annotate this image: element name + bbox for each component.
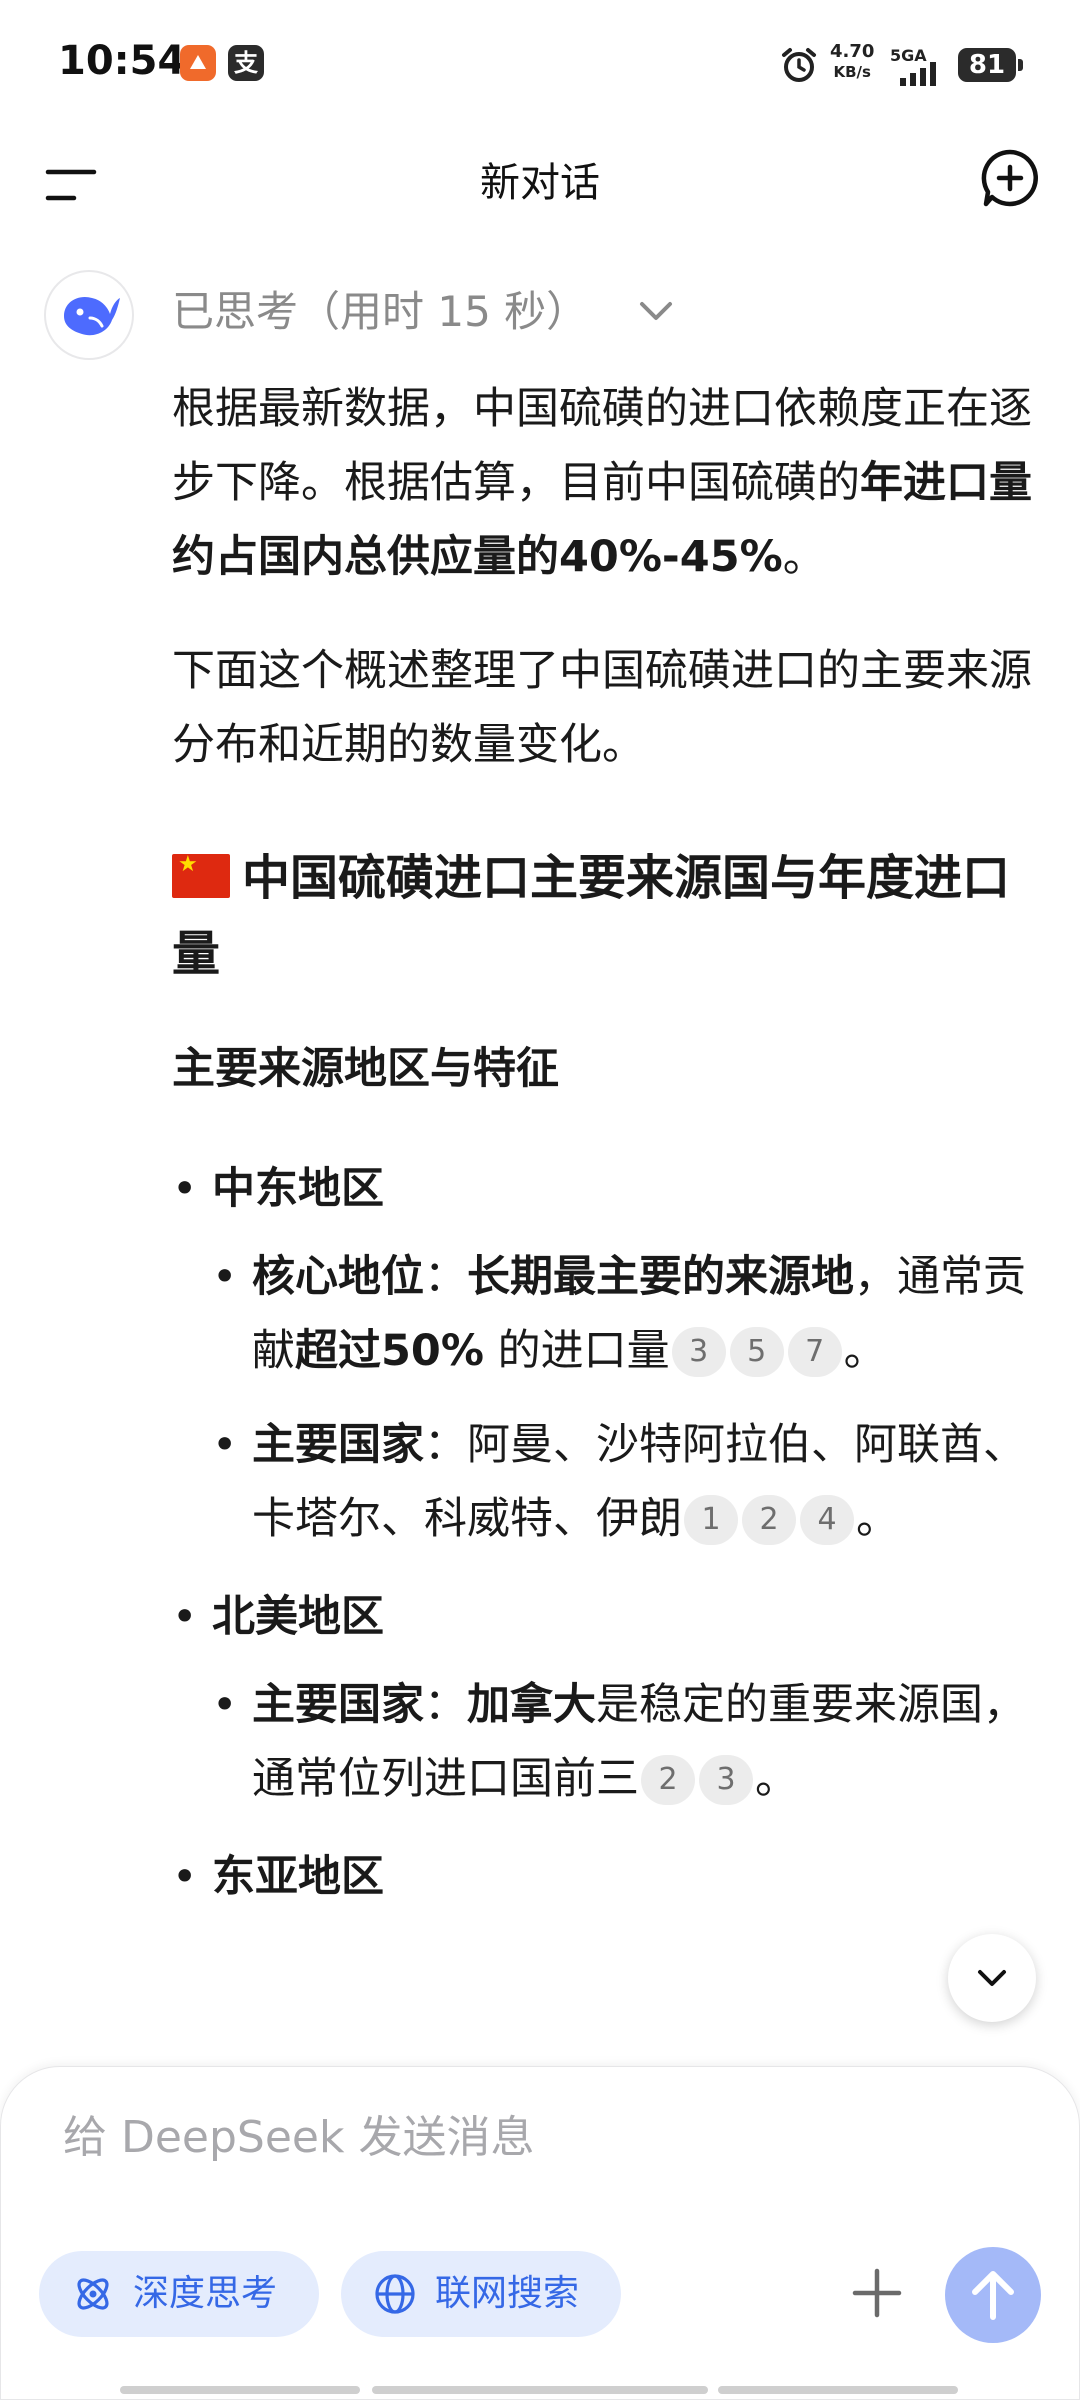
- section-heading-text: 中国硫磺进口主要来源国与年度进口量: [172, 850, 1011, 982]
- list-item: 核心地位：长期最主要的来源地，通常贡献超过50% 的进口量357。: [212, 1240, 1032, 1388]
- citation-badge[interactable]: 2: [641, 1755, 695, 1805]
- item-label: 主要国家: [252, 1680, 424, 1730]
- signal-bars-icon: [900, 62, 936, 86]
- network-speed: 4.70 KB/s: [830, 42, 874, 82]
- bold-text: 超过50%: [295, 1326, 484, 1376]
- item-label: 核心地位: [252, 1252, 424, 1302]
- subheading: 主要来源地区与特征: [172, 1044, 559, 1094]
- web-search-button[interactable]: 联网搜索: [341, 2251, 621, 2337]
- item-text: 。: [856, 1494, 899, 1544]
- citation-badge[interactable]: 5: [729, 1327, 784, 1377]
- paragraph-text: 。: [782, 532, 826, 582]
- chevron-down-icon[interactable]: [636, 296, 676, 326]
- item-label: 主要国家: [252, 1420, 424, 1470]
- citation-badge[interactable]: 7: [787, 1327, 842, 1377]
- status-time: 10:54: [58, 38, 186, 84]
- deepseek-whale-icon: [44, 270, 134, 360]
- citation-badge[interactable]: 3: [699, 1755, 753, 1805]
- gesture-bar-segment: [718, 2386, 958, 2394]
- list-item: 东亚地区: [172, 1840, 1032, 1914]
- region-list: 中东地区 核心地位：长期最主要的来源地，通常贡献超过50% 的进口量357。 主…: [172, 1152, 1032, 1914]
- item-separator: ：: [424, 1680, 467, 1730]
- alarm-clock-icon: [782, 48, 816, 82]
- item-text: 。: [755, 1754, 798, 1804]
- message-composer: 深度思考 联网搜索: [0, 2066, 1080, 2400]
- plus-icon[interactable]: [847, 2263, 907, 2323]
- region-name: 北美地区: [212, 1592, 384, 1642]
- network-speed-value: 4.70: [830, 41, 875, 62]
- deep-think-button[interactable]: 深度思考: [39, 2251, 319, 2337]
- send-button[interactable]: [945, 2247, 1041, 2343]
- section-heading: 中国硫磺进口主要来源国与年度进口量: [172, 840, 1032, 992]
- top-bar: 新对话: [0, 130, 1080, 240]
- scroll-to-bottom-button[interactable]: [948, 1934, 1036, 2022]
- new-chat-icon[interactable]: [978, 146, 1042, 210]
- region-detail-list: 核心地位：长期最主要的来源地，通常贡献超过50% 的进口量357。 主要国家：阿…: [212, 1240, 1032, 1556]
- region-name: 东亚地区: [212, 1852, 384, 1902]
- message-paragraph: 下面这个概述整理了中国硫磺进口的主要来源分布和近期的数量变化。: [172, 646, 1032, 770]
- gesture-bar-segment: [372, 2386, 708, 2394]
- message-paragraph: 根据最新数据，中国硫磺的进口依赖度正在逐步下降。根据估算，目前中国硫磺的年进口量…: [172, 372, 1032, 594]
- chevron-down-icon: [978, 1970, 1006, 1986]
- item-text: 的进口量: [483, 1326, 670, 1376]
- list-item: 中东地区 核心地位：长期最主要的来源地，通常贡献超过50% 的进口量357。 主…: [172, 1152, 1032, 1556]
- battery-indicator: 81: [958, 48, 1023, 82]
- item-separator: ：: [424, 1252, 467, 1302]
- citation-badge[interactable]: 1: [684, 1495, 738, 1545]
- alipay-app-icon: 支: [228, 45, 264, 81]
- atom-icon: [77, 2278, 109, 2310]
- arrow-up-icon: [972, 2271, 1014, 2320]
- list-item: 主要国家：阿曼、沙特阿拉伯、阿联酋、卡塔尔、科威特、伊朗124。: [212, 1408, 1032, 1556]
- bold-text: 长期最主要的来源地: [467, 1252, 854, 1302]
- assistant-message: 根据最新数据，中国硫磺的进口依赖度正在逐步下降。根据估算，目前中国硫磺的年进口量…: [172, 372, 1032, 1938]
- item-text: 。: [843, 1326, 887, 1376]
- china-flag-icon: [172, 852, 230, 898]
- thinking-toggle[interactable]: 已思考（用时 15 秒）: [172, 282, 588, 342]
- citation-badge[interactable]: 3: [671, 1327, 726, 1377]
- region-name: 中东地区: [212, 1164, 384, 1214]
- item-separator: ：: [424, 1420, 467, 1470]
- status-bar: 10:54 支 4.70 KB/s 5GA 81: [0, 0, 1080, 130]
- list-item: 北美地区 主要国家：加拿大是稳定的重要来源国，通常位列进口国前三23。: [172, 1580, 1032, 1816]
- citation-badge[interactable]: 4: [800, 1495, 854, 1545]
- list-item: 主要国家：加拿大是稳定的重要来源国，通常位列进口国前三23。: [212, 1668, 1032, 1816]
- message-input[interactable]: [61, 2091, 965, 2183]
- page-title: 新对话: [480, 160, 600, 206]
- network-speed-unit: KB/s: [833, 63, 871, 81]
- gesture-bar-segment: [120, 2386, 360, 2394]
- globe-icon: [375, 2274, 415, 2314]
- citation-badge[interactable]: 2: [742, 1495, 796, 1545]
- notification-app-icon: [180, 45, 216, 81]
- region-detail-list: 主要国家：加拿大是稳定的重要来源国，通常位列进口国前三23。: [212, 1668, 1032, 1816]
- deep-think-label: 深度思考: [133, 2273, 278, 2314]
- web-search-label: 联网搜索: [435, 2273, 580, 2314]
- bold-text: 加拿大: [467, 1680, 596, 1730]
